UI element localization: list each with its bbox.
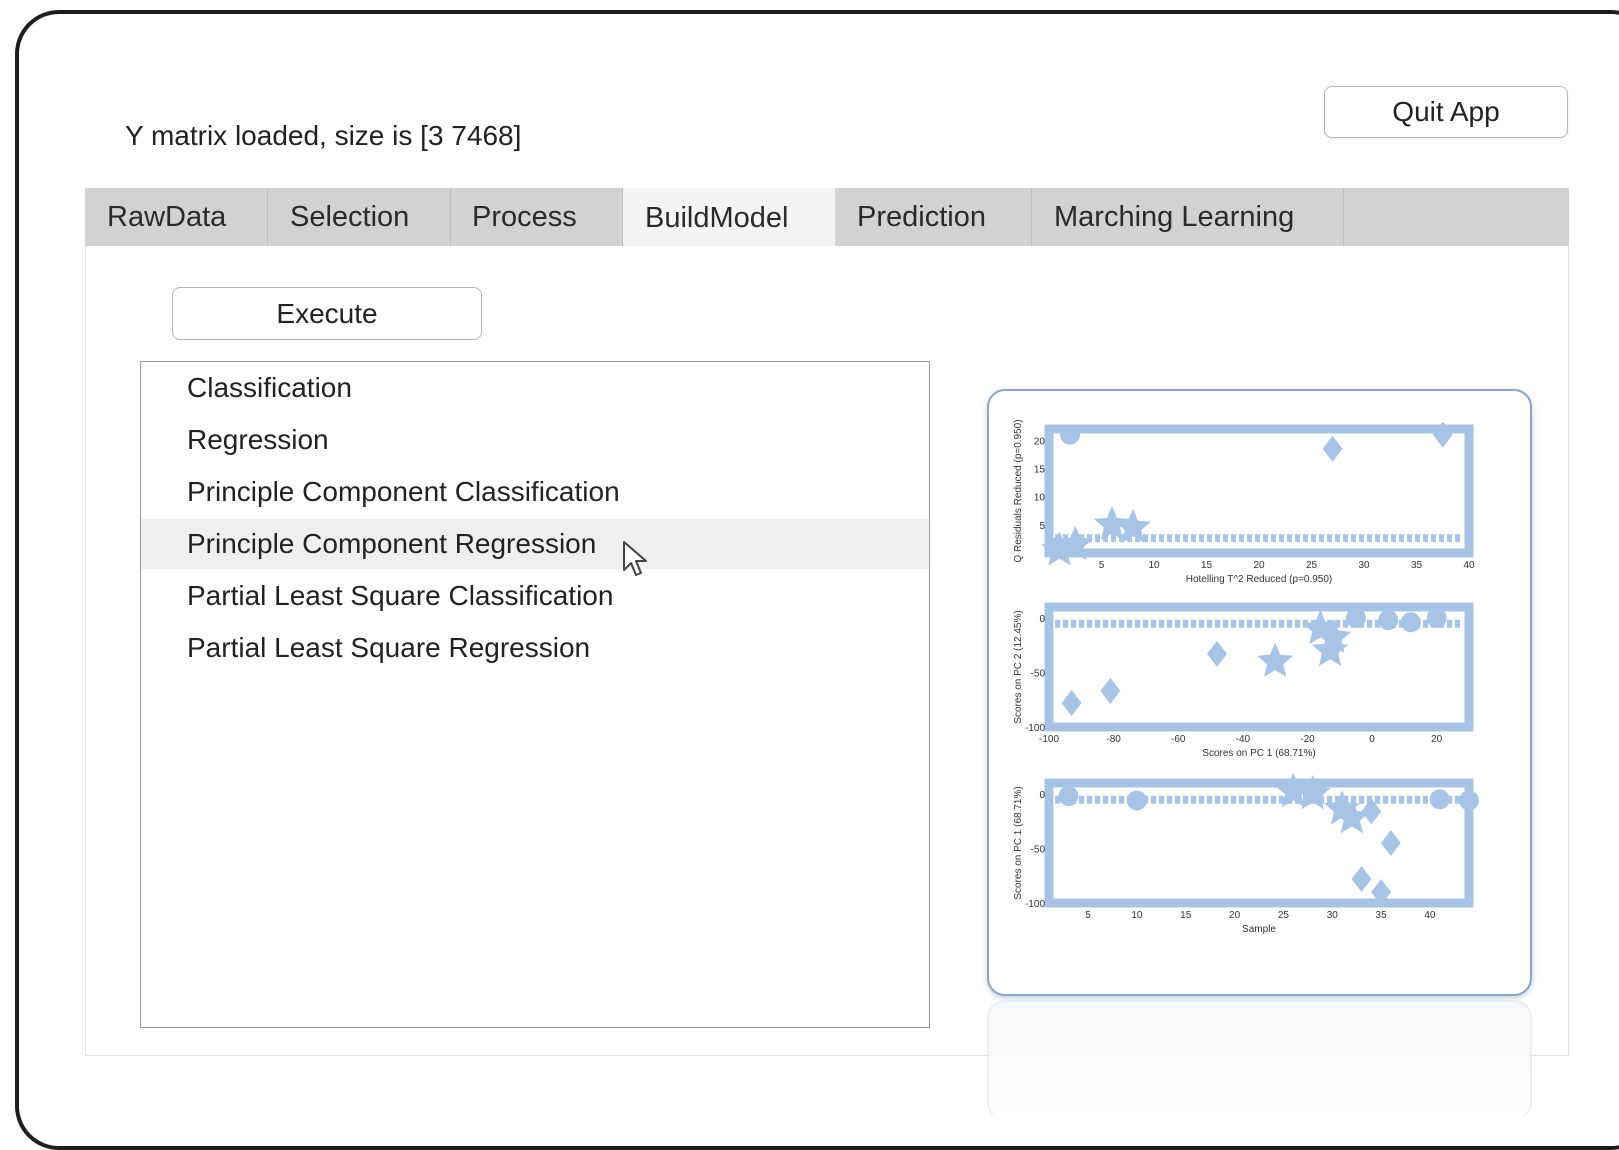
y-tick-label: 10 [1034, 493, 1046, 504]
plot-card: 5 10 15 20 25 30 35 40 5 10 15 20 Hotelling T^2 Redu… [987, 389, 1532, 996]
y-tick-label: -100 [1025, 899, 1045, 910]
y-tick-label: -100 [1025, 723, 1045, 734]
y-axis-label: Scores on PC 2 (12.45%) [1013, 610, 1024, 723]
list-item-pls-classification[interactable]: Partial Least Square Classification [141, 571, 929, 621]
x-tick-label: 35 [1376, 910, 1388, 921]
y-tick-label: 20 [1034, 436, 1046, 447]
circle-marker [1058, 786, 1079, 807]
y-tick-label: -50 [1031, 668, 1046, 679]
circle-marker [1378, 610, 1399, 631]
x-tick-label: -80 [1106, 734, 1121, 745]
circle-marker [1429, 789, 1450, 810]
tab-bar: RawData Selection Process BuildModel Pre… [85, 188, 1569, 248]
x-tick-label: 25 [1306, 560, 1318, 571]
x-tick-label: 5 [1085, 910, 1091, 921]
x-tick-label: 20 [1431, 734, 1443, 745]
x-tick-label: 30 [1327, 910, 1339, 921]
method-listbox[interactable]: Classification Regression Principle Comp… [140, 361, 930, 1028]
circle-marker [1345, 607, 1366, 628]
x-tick-label: 5 [1099, 560, 1105, 571]
star-marker [1257, 642, 1294, 677]
diamond-marker [1100, 678, 1121, 704]
x-tick-label: 40 [1463, 560, 1475, 571]
x-tick-label: 20 [1229, 910, 1241, 921]
x-tick-label: -100 [1039, 734, 1059, 745]
x-axis-label: Scores on PC 1 (68.71%) [1202, 748, 1315, 759]
list-item-pc-classification[interactable]: Principle Component Classification [141, 467, 929, 517]
y-tick-label: 0 [1039, 614, 1045, 625]
x-tick-label: 20 [1253, 560, 1265, 571]
execute-button[interactable]: Execute [172, 287, 482, 340]
plot-1: 5 10 15 20 25 30 35 40 5 10 15 20 Hotelling T^2 Redu… [1013, 419, 1475, 585]
circle-marker [1426, 607, 1447, 628]
y-axis-label: Scores on PC 1 (68.71%) [1013, 786, 1024, 899]
y-tick-label: 0 [1039, 790, 1045, 801]
x-tick-label: 10 [1148, 560, 1160, 571]
list-item-pls-regression[interactable]: Partial Least Square Regression [141, 623, 929, 673]
tab-marching-learning[interactable]: Marching Learning [1032, 188, 1344, 246]
x-tick-label: 25 [1278, 910, 1290, 921]
mouse-pointer-icon [623, 541, 647, 576]
diamond-marker [1380, 830, 1401, 856]
tab-process[interactable]: Process [451, 188, 623, 246]
circle-marker [1400, 612, 1421, 633]
quit-app-button[interactable]: Quit App [1324, 86, 1568, 138]
circle-marker [1047, 537, 1068, 558]
x-tick-label: 15 [1201, 560, 1213, 571]
x-tick-label: -60 [1171, 734, 1186, 745]
x-tick-label: 10 [1131, 910, 1143, 921]
diamond-marker [1351, 866, 1372, 892]
circle-marker [1060, 424, 1080, 445]
x-axis-label: Sample [1242, 924, 1276, 935]
status-message: Y matrix loaded, size is [3 7468] [125, 120, 522, 151]
y-tick-label: 5 [1039, 521, 1045, 532]
x-axis-label: Hotelling T^2 Reduced (p=0.950) [1186, 574, 1333, 585]
diamond-marker [1061, 690, 1082, 716]
y-axis-label: Q Residuals Reduced (p=0.950) [1013, 419, 1024, 562]
x-tick-label: 40 [1424, 910, 1436, 921]
plot-reflection [987, 1000, 1532, 1120]
model-plots: 5 10 15 20 25 30 35 40 5 10 15 20 Hotelling T^2 Redu… [1013, 419, 1479, 935]
x-tick-label: 30 [1358, 560, 1370, 571]
y-tick-label: -50 [1031, 844, 1046, 855]
diamond-marker [1322, 435, 1343, 462]
list-item-classification[interactable]: Classification [141, 363, 929, 413]
x-tick-label: -20 [1300, 734, 1315, 745]
plot-2: -100 -80 -60 -40 -20 0 200-50-100Scores on PC … [1013, 602, 1474, 759]
list-item-pc-regression[interactable]: Principle Component Regression [141, 519, 929, 569]
x-tick-label: -40 [1236, 734, 1251, 745]
plot-3: 5 10 15 20 25 30 35 40 0 -50 -100 Sample Scores on P… [1013, 772, 1479, 935]
tab-buildmodel[interactable]: BuildModel [623, 188, 835, 248]
x-tick-label: 0 [1369, 734, 1375, 745]
tab-prediction[interactable]: Prediction [835, 188, 1032, 246]
y-tick-label: 15 [1034, 464, 1046, 475]
x-tick-label: 15 [1180, 910, 1192, 921]
tab-rawdata[interactable]: RawData [85, 188, 268, 246]
list-item-regression[interactable]: Regression [141, 415, 929, 465]
circle-marker [1459, 790, 1479, 811]
x-tick-label: 35 [1411, 560, 1423, 571]
circle-marker [1126, 790, 1147, 811]
diamond-marker [1207, 640, 1227, 667]
tab-selection[interactable]: Selection [268, 188, 451, 246]
